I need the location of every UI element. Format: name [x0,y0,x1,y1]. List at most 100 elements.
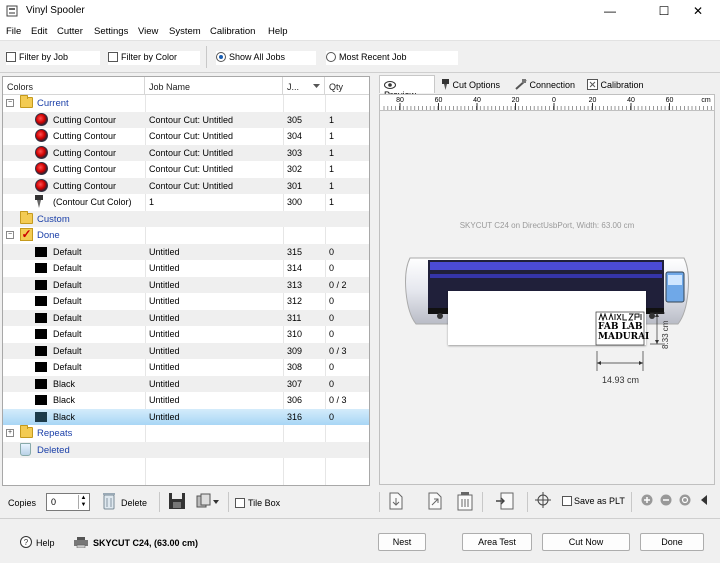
tab-connection[interactable]: Connection [511,75,581,93]
collapse-arrow-icon[interactable] [701,495,707,505]
most-recent-job[interactable]: Most Recent Job [326,51,458,65]
table-row[interactable]: Cutting Contour Contour Cut: Untitled 305 1 [3,111,369,128]
crosshair-icon[interactable] [535,492,551,508]
menu-file[interactable]: File [6,26,21,37]
col-header-job-name[interactable]: Job Name [145,77,283,95]
copies-input[interactable]: 0 ▲ ▼ [46,493,90,511]
copies-stepper[interactable]: ▲ ▼ [78,495,88,509]
table-row[interactable]: Black Untitled 307 0 [3,375,369,392]
expand-toggle-icon[interactable]: − [6,231,14,239]
save-as-plt-label: Save as PLT [574,496,625,506]
expand-toggle-icon[interactable]: + [6,429,14,437]
zoom-in-icon[interactable] [641,494,653,506]
expand-toggle-icon[interactable]: − [6,99,14,107]
cell-qty: 0 [329,362,335,372]
tree-group-label: Done [37,230,60,241]
right-pane: Preview Cut Options Connection Calibrati… [377,75,718,486]
done-button[interactable]: Done [640,533,704,551]
menu-edit[interactable]: Edit [31,26,47,37]
table-row[interactable]: Cutting Contour Contour Cut: Untitled 303 1 [3,144,369,161]
table-row[interactable]: Default Untitled 315 0 [3,243,369,260]
table-row[interactable]: Black Untitled 306 0 / 3 [3,392,369,409]
weed-box-icon[interactable] [457,491,473,511]
copy-dropdown-icon[interactable] [196,493,220,509]
color-swatch [35,263,47,273]
minimize-button[interactable]: — [588,0,632,22]
tab-preview[interactable]: Preview [379,75,435,100]
folder-icon [20,210,33,224]
col-header-job-number-label: J... [287,82,300,92]
tree-group-done[interactable]: − ✓ Done [3,227,369,244]
cell-job-number: 304 [287,131,303,141]
table-row[interactable]: Cutting Contour Contour Cut: Untitled 304 1 [3,128,369,145]
cell-job-number: 309 [287,345,303,356]
nest-button[interactable]: Nest [378,533,426,551]
tab-calibration[interactable]: Calibration [583,75,653,93]
tree-group-current[interactable]: − Current [3,95,369,112]
filter-by-color-checkbox[interactable] [108,51,118,62]
trash-icon[interactable] [102,492,116,510]
table-row[interactable]: Default Untitled 308 0 [3,359,369,376]
cell-qty: 0 [329,263,335,273]
help-icon[interactable]: ? [20,536,32,548]
send-to-cutter-icon[interactable] [495,491,515,511]
table-row[interactable]: Cutting Contour Contour Cut: Untitled 301 1 [3,177,369,194]
col-header-job-number[interactable]: J... [283,77,325,95]
most-recent-job-radio[interactable] [326,51,336,62]
show-all-jobs[interactable]: Show All Jobs [216,51,316,65]
tile-box-checkbox[interactable] [235,498,245,508]
menu-settings[interactable]: Settings [94,26,128,37]
menu-view[interactable]: View [138,26,158,37]
tree-group-deleted[interactable]: Deleted [3,441,369,458]
knife-icon [442,79,449,90]
table-row[interactable]: Black Untitled 316 0 [3,408,369,425]
tree-group-custom[interactable]: Custom [3,210,369,227]
import-icon[interactable] [389,492,403,510]
ruler-label: 20 [512,97,520,104]
status-bar: ? Help SKYCUT C24, (63.00 cm) Nest Area … [0,518,720,563]
device-status: SKYCUT C24, (63.00 cm) [93,538,199,548]
table-row[interactable]: Default Untitled 310 0 [3,326,369,343]
filter-by-job[interactable]: Filter by Job [6,51,100,65]
menu-help[interactable]: Help [268,26,288,37]
zoom-out-icon[interactable] [660,494,672,506]
col-header-qty[interactable]: Qty [325,77,369,95]
color-swatch [35,378,47,389]
most-recent-job-label: Most Recent Job [339,51,407,62]
save-icon[interactable] [168,492,186,510]
cell-job-name: Untitled [149,246,180,257]
table-row[interactable]: Default Untitled 314 0 [3,260,369,277]
ruler-label: 0 [552,97,556,104]
ruler-label: 40 [473,97,481,104]
area-test-button[interactable]: Area Test [462,533,532,551]
close-button[interactable]: ✕ [676,0,720,22]
cell-job-name: Untitled [149,378,180,389]
tab-cut-options[interactable]: Cut Options [437,75,509,93]
filter-by-color[interactable]: Filter by Color [108,51,200,65]
table-row[interactable]: Cutting Contour Contour Cut: Untitled 302 1 [3,161,369,178]
help-link[interactable]: Help [36,538,55,548]
zoom-fit-icon[interactable] [679,494,691,506]
tree-group-repeats[interactable]: + Repeats [3,425,369,442]
show-all-jobs-radio[interactable] [216,51,226,62]
table-row[interactable]: Default Untitled 311 0 [3,309,369,326]
col-header-colors[interactable]: Colors [3,77,145,95]
filter-by-job-checkbox[interactable] [6,51,16,62]
cell-color: Cutting Contour [53,114,117,125]
export-icon[interactable] [428,492,442,510]
menu-system[interactable]: System [169,26,201,37]
menu-cutter[interactable]: Cutter [57,26,83,37]
table-row[interactable]: (Contour Cut Color) 1 300 1 [3,194,369,211]
table-row[interactable]: Default Untitled 313 0 / 2 [3,276,369,293]
color-swatch [35,279,47,290]
cell-job-name: Untitled [149,345,180,356]
table-row[interactable]: Default Untitled 312 0 [3,293,369,310]
delete-button[interactable]: Delete [121,498,147,508]
printer-icon [74,537,88,548]
table-row[interactable]: Default Untitled 309 0 / 3 [3,342,369,359]
menu-calibration[interactable]: Calibration [210,26,255,37]
cell-color: Black [53,411,76,422]
cell-qty: 0 / 2 [329,279,347,290]
save-as-plt-checkbox[interactable] [562,496,572,506]
cut-now-button[interactable]: Cut Now [542,533,630,551]
